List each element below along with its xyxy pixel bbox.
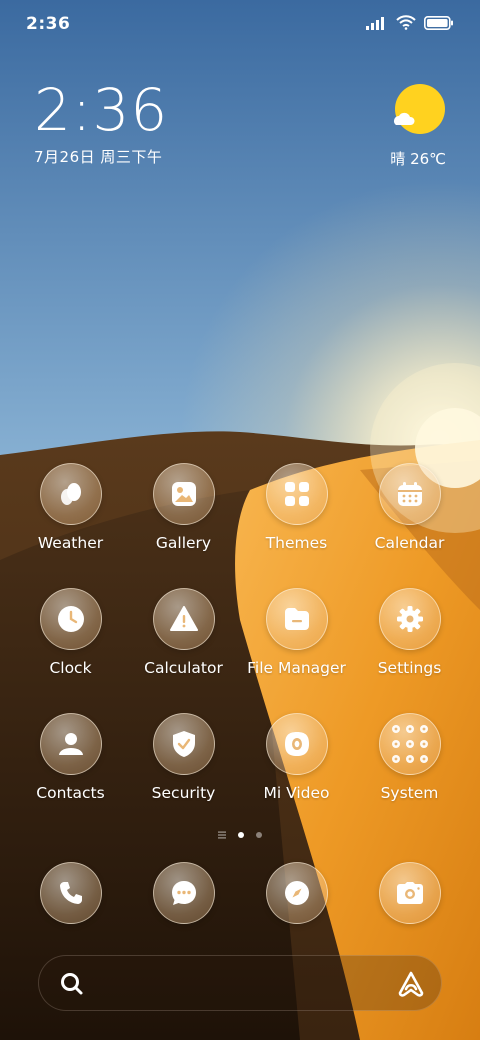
dock-phone[interactable] bbox=[14, 862, 127, 926]
status-bar: 2:36 bbox=[0, 0, 480, 50]
dock-camera[interactable] bbox=[353, 862, 466, 926]
contacts-icon bbox=[39, 713, 102, 775]
sunny-cloud-icon bbox=[390, 84, 446, 140]
app-file-manager[interactable]: File Manager bbox=[240, 588, 353, 694]
app-label: Themes bbox=[265, 534, 328, 552]
clock-widget[interactable]: 2:36 7月26日 周三下午 bbox=[34, 78, 168, 167]
settings-icon bbox=[378, 588, 441, 650]
file-manager-icon bbox=[265, 588, 328, 650]
themes-icon bbox=[265, 463, 328, 525]
app-label: Clock bbox=[49, 659, 92, 677]
app-label: Mi Video bbox=[263, 784, 330, 802]
gallery-icon bbox=[152, 463, 215, 525]
system-folder-icon bbox=[378, 713, 441, 775]
signal-icon bbox=[366, 16, 384, 30]
weather-icon bbox=[39, 463, 102, 525]
clock-time: 2:36 bbox=[34, 76, 169, 144]
status-time: 2:36 bbox=[26, 14, 71, 34]
search-bar[interactable] bbox=[38, 955, 442, 1011]
page-dot-active[interactable] bbox=[238, 832, 244, 838]
app-label: File Manager bbox=[247, 659, 346, 677]
app-label: Settings bbox=[377, 659, 442, 677]
messages-icon bbox=[152, 862, 215, 924]
app-label: Gallery bbox=[155, 534, 212, 552]
app-weather[interactable]: Weather bbox=[14, 463, 127, 569]
app-calculator[interactable]: Calculator bbox=[127, 588, 240, 694]
app-label: Contacts bbox=[36, 784, 105, 802]
app-grid: Weather Gallery Themes Calendar Clock Ca… bbox=[14, 463, 466, 819]
assistant-icon[interactable] bbox=[397, 970, 425, 998]
app-security[interactable]: Security bbox=[127, 713, 240, 819]
app-themes[interactable]: Themes bbox=[240, 463, 353, 569]
search-icon[interactable] bbox=[59, 971, 85, 997]
calendar-icon bbox=[378, 463, 441, 525]
status-icons bbox=[366, 15, 454, 30]
clock-icon bbox=[39, 588, 102, 650]
app-settings[interactable]: Settings bbox=[353, 588, 466, 694]
clock-date: 7月26日 周三下午 bbox=[34, 148, 163, 166]
app-label: Calendar bbox=[374, 534, 445, 552]
battery-icon bbox=[424, 15, 453, 30]
app-label: System bbox=[380, 784, 439, 802]
weather-condition: 晴 26℃ bbox=[390, 150, 446, 168]
weather-widget[interactable]: 晴 26℃ bbox=[376, 84, 446, 169]
dock-browser[interactable] bbox=[240, 862, 353, 926]
app-system-folder[interactable]: System bbox=[353, 713, 466, 819]
phone-icon bbox=[39, 862, 102, 924]
app-gallery[interactable]: Gallery bbox=[127, 463, 240, 569]
browser-icon bbox=[265, 862, 328, 924]
app-label: Security bbox=[151, 784, 216, 802]
dock bbox=[14, 862, 466, 926]
wifi-icon bbox=[396, 15, 416, 30]
app-label: Calculator bbox=[144, 659, 223, 677]
mi-video-icon bbox=[265, 713, 328, 775]
app-contacts[interactable]: Contacts bbox=[14, 713, 127, 819]
page-dot[interactable] bbox=[256, 832, 262, 838]
menu-lines-icon bbox=[218, 831, 226, 839]
app-mi-video[interactable]: Mi Video bbox=[240, 713, 353, 819]
dock-messages[interactable] bbox=[127, 862, 240, 926]
page-indicator[interactable] bbox=[0, 828, 480, 842]
app-label: Weather bbox=[37, 534, 104, 552]
app-calendar[interactable]: Calendar bbox=[353, 463, 466, 569]
app-clock[interactable]: Clock bbox=[14, 588, 127, 694]
camera-icon bbox=[378, 862, 441, 924]
security-icon bbox=[152, 713, 215, 775]
calculator-icon bbox=[152, 588, 215, 650]
